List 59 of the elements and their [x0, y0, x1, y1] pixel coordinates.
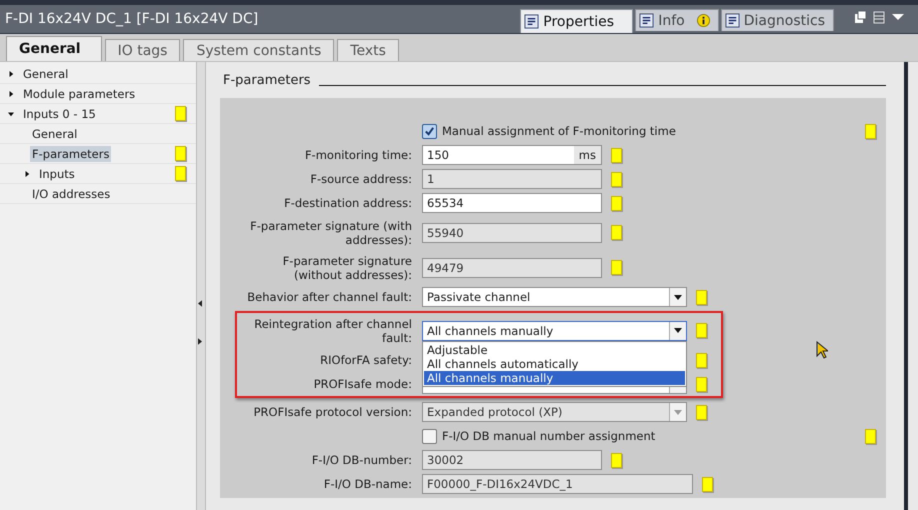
checkbox[interactable]: [422, 428, 437, 444]
field-label: F-I/O DB-name:: [322, 477, 413, 491]
window-title: F-DI 16x24V DC_1 [F-DI 16x24V DC]: [4, 11, 260, 29]
input-field[interactable]: 150 ms: [422, 145, 602, 165]
caret-icon: [674, 328, 682, 333]
dropdown[interactable]: All channels manually: [422, 320, 687, 340]
dropdown-option[interactable]: Adjustable: [424, 342, 685, 356]
input-field[interactable]: 65534: [422, 193, 602, 213]
section-title: F-parameters: [223, 72, 311, 88]
dropdown[interactable]: Expanded protocol (XP): [422, 402, 687, 422]
window-controls-icon[interactable]: [852, 9, 906, 25]
caret-icon: [674, 410, 682, 414]
field-label: Behavior after channel fault:: [246, 290, 413, 304]
field-label: F-monitoring time:: [304, 148, 413, 162]
tab[interactable]: IO tags: [104, 39, 180, 61]
panel-icon: [724, 13, 740, 28]
tree-item[interactable]: Module parameters: [21, 86, 138, 102]
mouse-pointer-icon: [816, 341, 828, 359]
field-label: F-I/O DB-number:: [310, 453, 413, 467]
tree-item[interactable]: F-parameters: [30, 146, 112, 162]
field-label: F-source address:: [309, 172, 413, 186]
inspector-tab[interactable]: Diagnostics: [720, 9, 834, 31]
input-field[interactable]: 49479: [422, 258, 602, 278]
collapse-arrow-icon[interactable]: [198, 300, 202, 307]
field-label: F-parameter signature (without addresses):: [282, 254, 413, 282]
expand-arrow-icon[interactable]: [198, 338, 202, 345]
dropdown[interactable]: Passivate channel: [422, 287, 687, 307]
field-label: F-parameter signature (with addresses):: [249, 218, 413, 246]
tree-item[interactable]: Inputs 0 - 15: [21, 106, 98, 122]
tab[interactable]: General: [6, 36, 102, 61]
input-field[interactable]: 55940: [422, 222, 602, 242]
tab[interactable]: System constants: [183, 39, 334, 61]
input-field[interactable]: 30002: [422, 450, 602, 470]
panel-icon: [524, 14, 540, 29]
input-field[interactable]: 1: [422, 169, 602, 189]
tree-item[interactable]: I/O addresses: [30, 186, 112, 202]
field-label: F-destination address:: [283, 196, 413, 210]
expander-icon[interactable]: [24, 170, 30, 178]
caret-icon: [674, 294, 682, 300]
expander-icon[interactable]: [8, 110, 14, 118]
field-label: Reintegration after channel fault:: [253, 316, 413, 344]
tree-item[interactable]: General: [21, 66, 70, 82]
checkbox-label: F-I/O DB manual number assignment: [442, 429, 656, 443]
field-label: RIOforFA safety:: [319, 353, 413, 367]
inspector-tab[interactable]: Properties: [520, 9, 634, 33]
panel-icon: [639, 13, 654, 28]
checkbox-label: Manual assignment of F-monitoring time: [442, 124, 676, 138]
dropdown-option[interactable]: All channels manually: [424, 370, 685, 384]
tree-item[interactable]: General: [30, 126, 80, 142]
expander-icon[interactable]: [8, 70, 14, 78]
tab[interactable]: Texts: [337, 39, 399, 61]
field-label: PROFIsafe mode:: [312, 377, 413, 391]
checkbox[interactable]: [422, 124, 437, 138]
inspector-tab[interactable]: Info: [635, 9, 719, 31]
field-label: PROFIsafe protocol version:: [252, 405, 413, 419]
tree-item[interactable]: Inputs: [37, 166, 77, 182]
input-field[interactable]: F00000_F-DI16x24VDC_1: [422, 474, 693, 494]
expander-icon[interactable]: [8, 90, 14, 98]
dropdown-option[interactable]: All channels automatically: [424, 356, 685, 370]
